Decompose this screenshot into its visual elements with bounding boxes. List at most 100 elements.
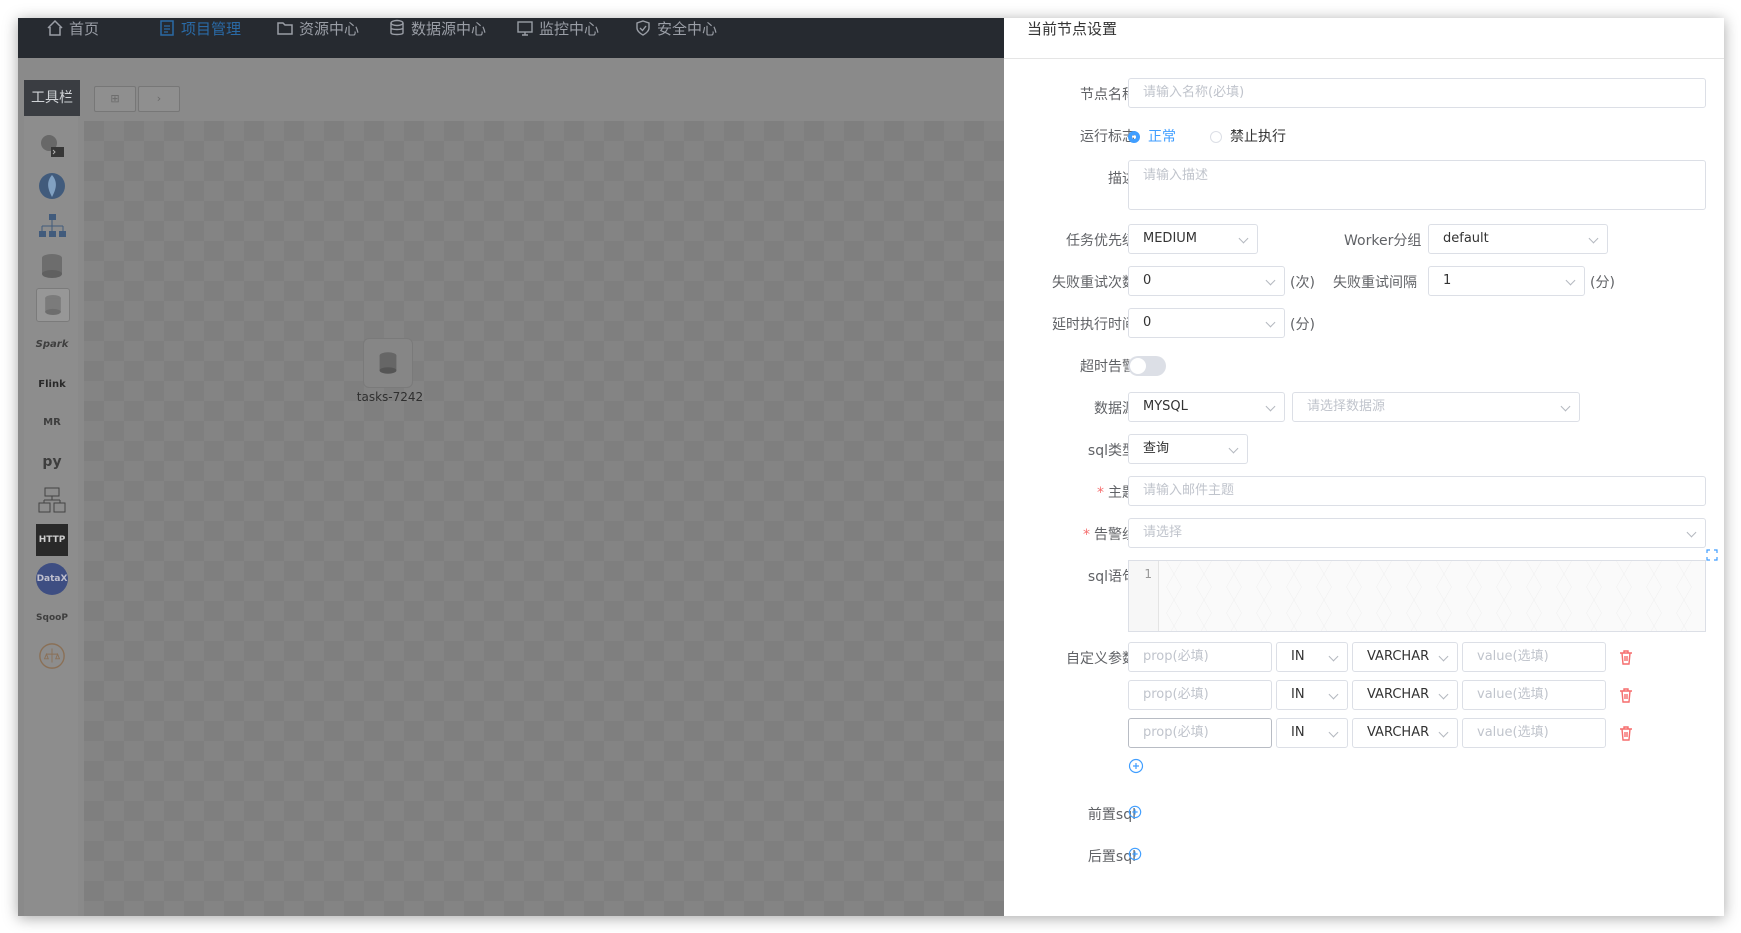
chevron-down-icon: [1328, 689, 1339, 700]
shell-task-icon[interactable]: [36, 130, 68, 162]
line-number-gutter: 1: [1129, 561, 1159, 631]
nav-label: 资源中心: [299, 20, 360, 38]
param-prop-input[interactable]: prop(必填): [1128, 680, 1272, 710]
timeout-toggle[interactable]: [1128, 356, 1166, 376]
task-node-label: tasks-7242: [356, 390, 424, 404]
sql-type-select[interactable]: 查询: [1128, 434, 1248, 464]
retry-interval-select[interactable]: 1: [1428, 266, 1585, 296]
spark-task-icon[interactable]: Spark: [36, 328, 69, 360]
chevron-down-icon: [1238, 233, 1249, 244]
folder-icon: [277, 22, 293, 35]
nav-item-project[interactable]: 项目管理: [158, 18, 241, 40]
dag-canvas[interactable]: [84, 121, 1004, 916]
required-mark: *: [1083, 527, 1090, 543]
sub-process-task-icon[interactable]: [36, 170, 68, 202]
nav-item-resource[interactable]: 资源中心: [276, 18, 359, 40]
custom-params-label: 自定义参数: [1066, 651, 1136, 667]
select-value: 0: [1143, 315, 1152, 330]
sql-task-icon[interactable]: [36, 250, 68, 282]
nav-label: 数据源中心: [411, 20, 487, 38]
select-value: IN: [1291, 649, 1305, 664]
chevron-down-icon: [1686, 527, 1697, 538]
nav-item-home[interactable]: 首页: [46, 18, 99, 40]
chevron-down-icon: [1560, 401, 1571, 412]
top-nav: 首页 项目管理 资源中心 数据源中心 监控中心 安全中心: [18, 18, 1004, 58]
nav-item-datasource[interactable]: 数据源中心: [388, 18, 486, 40]
datax-task-icon[interactable]: DataX: [36, 563, 68, 595]
select-value: default: [1443, 231, 1489, 246]
datasource-select[interactable]: 请选择数据源: [1292, 392, 1580, 422]
param-type-select[interactable]: VARCHAR: [1352, 718, 1458, 748]
param-direction-select[interactable]: IN: [1276, 680, 1348, 710]
nav-item-monitor[interactable]: 监控中心: [516, 18, 599, 40]
priority-select[interactable]: MEDIUM: [1128, 224, 1258, 254]
chevron-down-icon: [1438, 651, 1449, 662]
fullscreen-icon[interactable]: [1706, 549, 1718, 561]
task-node[interactable]: [363, 338, 413, 388]
select-placeholder: 请选择数据源: [1307, 399, 1386, 414]
param-value-input[interactable]: value(选填): [1462, 642, 1606, 672]
param-type-select[interactable]: VARCHAR: [1352, 680, 1458, 710]
selected-sql-task-icon[interactable]: [36, 288, 70, 322]
divider: [1004, 58, 1724, 59]
canvas-toolbar-button[interactable]: ⊞: [94, 86, 136, 112]
delay-select[interactable]: 0: [1128, 308, 1285, 338]
node-name-input[interactable]: 请输入名称(必填): [1128, 78, 1706, 108]
node-settings-drawer: 当前节点设置 节点名称 请输入名称(必填) 运行标志 正常 禁止执行 描述 请输…: [1004, 18, 1724, 916]
required-mark: *: [1097, 485, 1104, 501]
chevron-down-icon: [1588, 233, 1599, 244]
add-pre-sql-icon[interactable]: [1128, 805, 1142, 819]
python-task-icon[interactable]: py: [36, 446, 68, 478]
nav-label: 监控中心: [539, 20, 600, 38]
worker-group-label: Worker分组: [1344, 233, 1422, 249]
param-direction-select[interactable]: IN: [1276, 642, 1348, 672]
dependent-task-icon[interactable]: [36, 484, 68, 516]
run-flag-forbidden-radio[interactable]: 禁止执行: [1210, 126, 1286, 146]
monitor-icon: [517, 21, 533, 36]
run-flag-normal-radio[interactable]: 正常: [1128, 126, 1176, 146]
conditions-task-icon[interactable]: [36, 640, 68, 672]
param-prop-input[interactable]: prop(必填): [1128, 642, 1272, 672]
select-value: 1: [1443, 273, 1452, 288]
select-value: IN: [1291, 687, 1305, 702]
add-param-icon[interactable]: [1128, 758, 1144, 774]
delete-icon[interactable]: [1618, 725, 1634, 741]
worker-group-select[interactable]: default: [1428, 224, 1608, 254]
select-value: MEDIUM: [1143, 231, 1198, 246]
retry-times-select[interactable]: 0: [1128, 266, 1285, 296]
delay-unit: (分): [1290, 317, 1315, 333]
http-task-icon[interactable]: HTTP: [36, 524, 68, 556]
select-value: MYSQL: [1143, 399, 1188, 414]
priority-label: 任务优先级: [1066, 233, 1136, 249]
param-value-input[interactable]: value(选填): [1462, 680, 1606, 710]
chevron-down-icon: [1565, 275, 1576, 286]
chevron-down-icon: [1265, 317, 1276, 328]
app-window: 首页 项目管理 资源中心 数据源中心 监控中心 安全中心 工具栏 Spark F…: [18, 18, 1724, 916]
toolbar-title: 工具栏: [24, 80, 80, 116]
radio-dot: [1128, 131, 1140, 143]
param-type-select[interactable]: VARCHAR: [1352, 642, 1458, 672]
select-value: VARCHAR: [1367, 725, 1430, 740]
mr-task-icon[interactable]: MR: [36, 406, 68, 438]
sql-editor[interactable]: 1: [1128, 560, 1706, 632]
add-post-sql-icon[interactable]: [1128, 847, 1142, 861]
canvas-toolbar-button[interactable]: ›: [138, 86, 180, 112]
chevron-down-icon: [1438, 689, 1449, 700]
nav-item-security[interactable]: 安全中心: [634, 18, 717, 40]
chevron-down-icon: [1265, 401, 1276, 412]
param-value-input[interactable]: value(选填): [1462, 718, 1606, 748]
delete-icon[interactable]: [1618, 649, 1634, 665]
param-prop-input[interactable]: prop(必填): [1128, 718, 1272, 748]
chevron-down-icon: [1438, 727, 1449, 738]
subject-input[interactable]: 请输入邮件主题: [1128, 476, 1706, 506]
datasource-type-select[interactable]: MYSQL: [1128, 392, 1285, 422]
select-value: VARCHAR: [1367, 687, 1430, 702]
description-textarea[interactable]: 请输入描述: [1128, 160, 1706, 210]
param-direction-select[interactable]: IN: [1276, 718, 1348, 748]
alert-group-select[interactable]: 请选择: [1128, 518, 1706, 548]
sqoop-task-icon[interactable]: SqooP: [36, 602, 68, 634]
procedure-task-icon[interactable]: [36, 210, 68, 242]
delete-icon[interactable]: [1618, 687, 1634, 703]
radio-dot: [1210, 131, 1222, 143]
flink-task-icon[interactable]: Flink: [36, 368, 68, 400]
